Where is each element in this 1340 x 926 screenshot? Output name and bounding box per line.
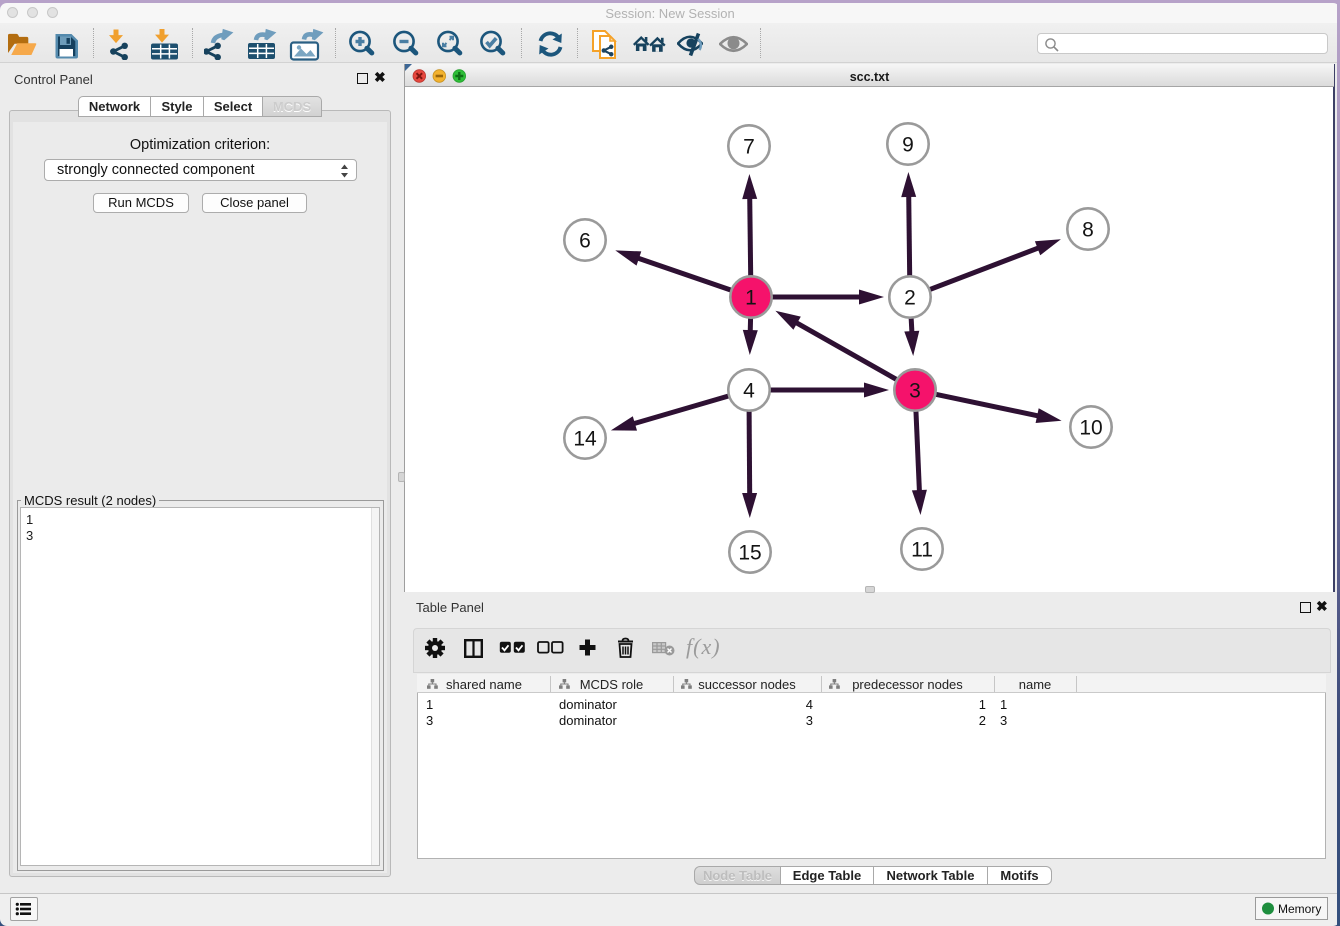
svg-text:2: 2: [904, 287, 916, 310]
svg-text:7: 7: [743, 136, 755, 159]
svg-text:8: 8: [1082, 219, 1094, 242]
svg-text:10: 10: [1079, 417, 1102, 440]
svg-text:9: 9: [902, 134, 914, 157]
svg-text:Memory: Memory: [1278, 902, 1321, 916]
svg-text:1: 1: [745, 287, 757, 310]
svg-text:6: 6: [579, 230, 591, 253]
svg-text:11: 11: [911, 539, 933, 562]
svg-text:3: 3: [909, 380, 921, 403]
svg-text:15: 15: [738, 542, 761, 565]
svg-text:4: 4: [743, 380, 755, 403]
svg-text:14: 14: [573, 428, 597, 451]
